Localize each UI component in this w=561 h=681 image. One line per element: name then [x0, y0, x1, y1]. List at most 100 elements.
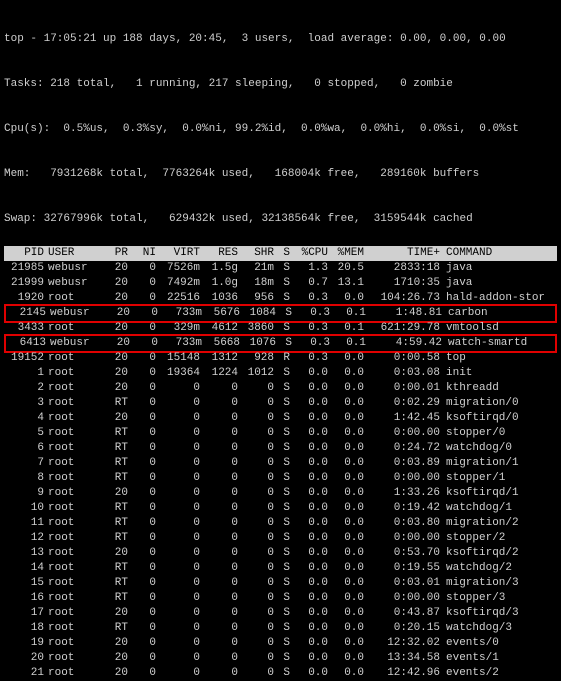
- cell-virt: 7526m: [156, 261, 200, 276]
- cell-user: root: [44, 531, 100, 546]
- cell-res: 1224: [200, 366, 238, 381]
- cell-res: 1036: [200, 291, 238, 306]
- cell-ni: 0: [128, 411, 156, 426]
- cell-virt: 0: [156, 486, 200, 501]
- cell-user: root: [44, 621, 100, 636]
- table-row: 14rootRT0000S0.00.00:19.55watchdog/2: [4, 561, 557, 576]
- cell-cpu: 0.0: [290, 501, 328, 516]
- cell-cmd: vmtoolsd: [440, 321, 557, 336]
- col-time: TIME+: [364, 246, 440, 261]
- cell-virt: 7492m: [156, 276, 200, 291]
- cell-cpu: 0.0: [290, 471, 328, 486]
- cell-time: 0:03.89: [364, 456, 440, 471]
- col-ni: NI: [128, 246, 156, 261]
- cell-cmd: ksoftirqd/2: [440, 546, 557, 561]
- cell-pid: 16: [4, 591, 44, 606]
- cell-shr: 1084: [240, 306, 276, 321]
- cell-virt: 0: [156, 381, 200, 396]
- cell-time: 12:32.02: [364, 636, 440, 651]
- cell-res: 0: [200, 441, 238, 456]
- cell-user: webusr: [46, 306, 102, 321]
- cell-s: S: [274, 651, 290, 666]
- cell-shr: 0: [238, 531, 274, 546]
- table-header: PID USER PR NI VIRT RES SHR S %CPU %MEM …: [4, 246, 557, 261]
- cell-pr: 20: [100, 651, 128, 666]
- cell-res: 1.0g: [200, 276, 238, 291]
- cell-shr: 0: [238, 381, 274, 396]
- cell-pr: RT: [100, 531, 128, 546]
- cell-mem: 0.0: [328, 351, 364, 366]
- table-row: 18rootRT0000S0.00.00:20.15watchdog/3: [4, 621, 557, 636]
- cell-user: root: [44, 351, 100, 366]
- col-s: S: [274, 246, 290, 261]
- cell-pr: 20: [102, 306, 130, 321]
- cell-mem: 0.0: [328, 471, 364, 486]
- cell-cpu: 0.0: [290, 606, 328, 621]
- cell-user: root: [44, 396, 100, 411]
- cell-pid: 2145: [6, 306, 46, 321]
- cell-time: 0:03.01: [364, 576, 440, 591]
- cell-shr: 0: [238, 411, 274, 426]
- cell-cpu: 0.3: [290, 321, 328, 336]
- cell-ni: 0: [128, 426, 156, 441]
- cell-ni: 0: [128, 561, 156, 576]
- cell-mem: 0.0: [328, 291, 364, 306]
- cell-shr: 21m: [238, 261, 274, 276]
- cell-pid: 3433: [4, 321, 44, 336]
- cell-mem: 0.0: [328, 651, 364, 666]
- cell-shr: 0: [238, 621, 274, 636]
- cell-cmd: hald-addon-stor: [440, 291, 557, 306]
- cell-cpu: 0.0: [290, 636, 328, 651]
- cell-cmd: watchdog/3: [440, 621, 557, 636]
- cell-cmd: events/0: [440, 636, 557, 651]
- cell-pr: RT: [100, 456, 128, 471]
- cell-pr: 20: [100, 486, 128, 501]
- cell-ni: 0: [128, 576, 156, 591]
- cell-pid: 10: [4, 501, 44, 516]
- cell-res: 0: [200, 621, 238, 636]
- summary-mem: Mem: 7931268k total, 7763264k used, 1680…: [4, 167, 557, 182]
- top-summary-block: top - 17:05:21 up 188 days, 20:45, 3 use…: [4, 2, 557, 242]
- summary-cpu: Cpu(s): 0.5%us, 0.3%sy, 0.0%ni, 99.2%id,…: [4, 122, 557, 137]
- cell-virt: 0: [156, 636, 200, 651]
- table-row: 9root200000S0.00.01:33.26ksoftirqd/1: [4, 486, 557, 501]
- cell-virt: 0: [156, 441, 200, 456]
- cell-time: 1:42.45: [364, 411, 440, 426]
- cell-mem: 0.0: [328, 516, 364, 531]
- cell-pid: 14: [4, 561, 44, 576]
- cell-shr: 956: [238, 291, 274, 306]
- cell-ni: 0: [128, 516, 156, 531]
- cell-cpu: 0.0: [290, 486, 328, 501]
- cell-user: root: [44, 411, 100, 426]
- cell-virt: 22516: [156, 291, 200, 306]
- cell-ni: 0: [128, 441, 156, 456]
- cell-ni: 0: [128, 486, 156, 501]
- cell-pid: 8: [4, 471, 44, 486]
- table-row: 5rootRT0000S0.00.00:00.00stopper/0: [4, 426, 557, 441]
- cell-mem: 0.0: [328, 501, 364, 516]
- cell-pid: 19: [4, 636, 44, 651]
- cell-res: 0: [200, 546, 238, 561]
- cell-virt: 0: [156, 621, 200, 636]
- cell-res: 0: [200, 576, 238, 591]
- cell-res: 5676: [202, 306, 240, 321]
- cell-cmd: migration/1: [440, 456, 557, 471]
- cell-pr: 20: [100, 381, 128, 396]
- cell-cpu: 0.0: [290, 441, 328, 456]
- cell-virt: 0: [156, 531, 200, 546]
- cell-shr: 0: [238, 426, 274, 441]
- cell-pr: 20: [100, 291, 128, 306]
- table-row: 19152root200151481312928R0.30.00:00.58to…: [4, 351, 557, 366]
- cell-time: 0:00.00: [364, 426, 440, 441]
- cell-user: root: [44, 651, 100, 666]
- cell-cmd: java: [440, 276, 557, 291]
- col-res: RES: [200, 246, 238, 261]
- cell-user: root: [44, 486, 100, 501]
- cell-cpu: 0.0: [290, 546, 328, 561]
- cell-user: webusr: [46, 336, 102, 351]
- cell-time: 0:03.08: [364, 366, 440, 381]
- col-mem: %MEM: [328, 246, 364, 261]
- cell-cmd: migration/3: [440, 576, 557, 591]
- cell-res: 0: [200, 561, 238, 576]
- cell-cmd: ksoftirqd/3: [440, 606, 557, 621]
